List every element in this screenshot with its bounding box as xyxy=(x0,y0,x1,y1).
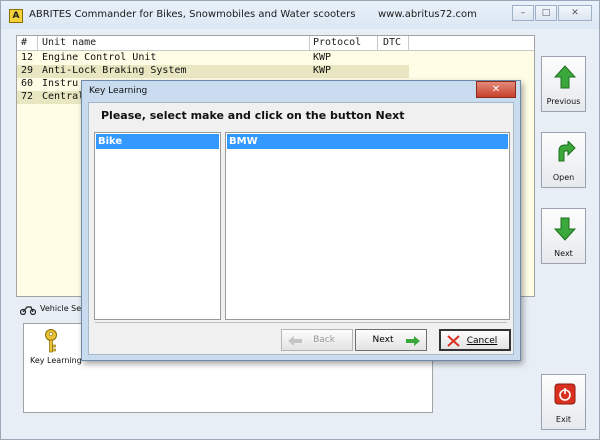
back-button-label: Back xyxy=(313,335,335,345)
previous-button-label: Previous xyxy=(546,97,581,106)
window-title: ABRITES Commander for Bikes, Snowmobiles… xyxy=(29,9,356,20)
curved-arrow-icon xyxy=(558,141,576,162)
row-protocol: KWP xyxy=(313,52,332,63)
main-window: A ABRITES Commander for Bikes, Snowmobil… xyxy=(0,0,600,440)
list-item-bike[interactable]: Bike xyxy=(96,134,219,149)
next-button[interactable]: Next xyxy=(355,329,427,351)
maximize-button[interactable]: □ xyxy=(535,5,557,21)
row-unit-name: Central xyxy=(42,91,85,102)
row-number: 60 xyxy=(21,78,34,89)
column-header-unit-name[interactable]: Unit name xyxy=(42,37,96,48)
maximize-icon: □ xyxy=(541,8,551,18)
column-header-protocol[interactable]: Protocol xyxy=(313,37,361,48)
close-icon: ✕ xyxy=(571,8,579,18)
table-row[interactable]: 29 Anti-Lock Braking System KWP xyxy=(17,65,409,78)
list-item-bmw[interactable]: BMW xyxy=(227,134,508,149)
row-number: 72 xyxy=(21,91,34,102)
dialog-title: Key Learning xyxy=(89,86,148,96)
next-arrow-icon xyxy=(406,336,420,346)
row-unit-name: Instru xyxy=(42,78,79,89)
motorbike-icon xyxy=(20,306,36,315)
next-side-button-label: Next xyxy=(554,249,573,258)
table-header: # Unit name Protocol DTC xyxy=(17,36,534,51)
dialog-divider xyxy=(95,322,507,323)
close-window-button[interactable]: ✕ xyxy=(558,5,592,21)
close-icon: ✕ xyxy=(491,84,501,95)
previous-button[interactable]: Previous xyxy=(541,56,586,112)
open-button[interactable]: Open xyxy=(541,132,586,188)
column-header-dtc[interactable]: DTC xyxy=(383,37,401,48)
column-header-number[interactable]: # xyxy=(21,37,27,48)
row-protocol: KWP xyxy=(313,65,332,76)
column-divider xyxy=(37,36,38,51)
arrow-down-icon xyxy=(554,217,576,241)
cancel-button[interactable]: Cancel xyxy=(439,329,511,351)
key-icon xyxy=(45,329,57,353)
table-row[interactable]: 12 Engine Control Unit KWP xyxy=(17,52,409,65)
power-icon xyxy=(554,383,576,405)
column-divider xyxy=(309,36,310,51)
title-bar: A ABRITES Commander for Bikes, Snowmobil… xyxy=(1,1,599,29)
next-side-button[interactable]: Next xyxy=(541,208,586,264)
column-divider xyxy=(408,36,409,51)
dialog-body: Please, select make and click on the but… xyxy=(88,102,514,355)
window-url: www.abritus72.com xyxy=(378,9,477,20)
dialog-close-button[interactable]: ✕ xyxy=(476,81,516,98)
key-learning-dialog: Key Learning ✕ Please, select make and c… xyxy=(81,80,521,361)
minimize-button[interactable]: – xyxy=(512,5,534,21)
row-unit-name: Anti-Lock Braking System xyxy=(42,65,187,76)
cancel-button-label: Cancel xyxy=(466,336,498,346)
exit-button[interactable]: Exit xyxy=(541,374,586,430)
row-number: 29 xyxy=(21,65,34,76)
open-button-label: Open xyxy=(552,173,575,182)
dialog-prompt: Please, select make and click on the but… xyxy=(101,109,405,122)
arrow-up-icon xyxy=(554,65,576,89)
key-learning-tile[interactable]: Key Learning xyxy=(26,326,82,370)
key-learning-label: Key Learning xyxy=(30,356,82,365)
row-unit-name: Engine Control Unit xyxy=(42,52,157,63)
vehicle-type-list[interactable]: Bike xyxy=(94,132,221,320)
exit-button-label: Exit xyxy=(555,415,572,424)
column-divider xyxy=(377,36,378,51)
make-list[interactable]: BMW xyxy=(225,132,510,320)
back-button[interactable]: Back xyxy=(281,329,353,351)
row-number: 12 xyxy=(21,52,34,63)
minimize-icon: – xyxy=(520,8,526,18)
app-icon: A xyxy=(9,9,23,23)
